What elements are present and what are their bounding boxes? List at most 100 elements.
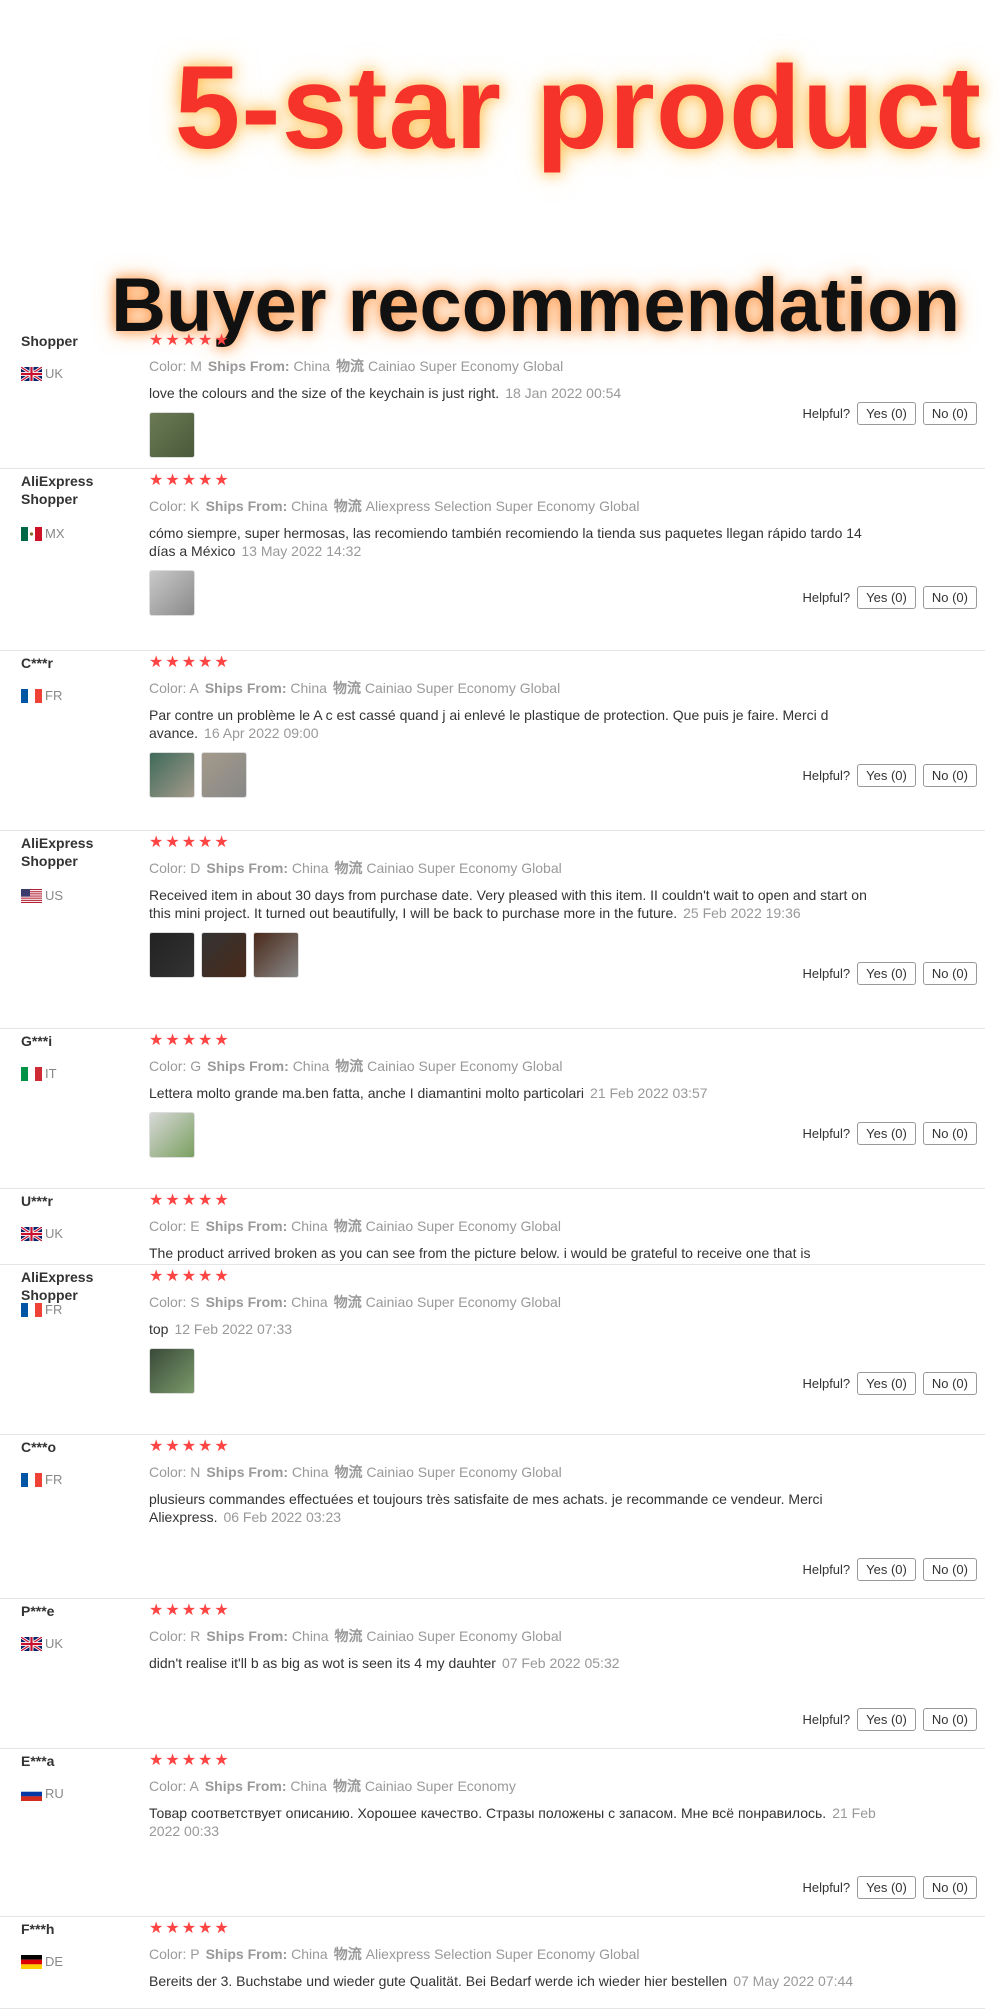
ships-from-value: China	[290, 680, 327, 696]
review-photo-thumbnail[interactable]	[253, 932, 299, 978]
helpful-no-button[interactable]: No (0)	[922, 962, 977, 985]
logistics-value: Cainiao Super Economy Global	[366, 1628, 562, 1644]
reviewer-country: UK	[21, 1636, 63, 1651]
review-photo-thumbnail[interactable]	[149, 570, 195, 616]
logistics-value: Cainiao Super Economy Global	[366, 860, 562, 876]
helpful-yes-button[interactable]: Yes (0)	[857, 1372, 916, 1395]
helpful-yes-button[interactable]: Yes (0)	[857, 1122, 916, 1145]
review-photo-thumbnail[interactable]	[149, 412, 195, 458]
review-date: 25 Feb 2022 19:36	[683, 905, 801, 921]
star-rating: ★★★★★	[149, 1268, 231, 1285]
star-rating: ★★★★★	[149, 472, 231, 489]
review-meta: Color: D Ships From: China 物流 Cainiao Supe…	[149, 858, 889, 878]
helpful-no-button[interactable]: No (0)	[922, 764, 977, 787]
star-rating: ★★★★★	[149, 1192, 231, 1209]
country-code: FR	[45, 1302, 63, 1317]
ships-from-value: China	[291, 1218, 328, 1234]
logistics-label: 物流	[336, 358, 365, 374]
ships-from-label: Ships From:	[207, 1058, 289, 1074]
logistics-label: 物流	[332, 1778, 361, 1794]
review-date: 06 Feb 2022 03:23	[223, 1509, 342, 1525]
reviewer-name: U***r	[21, 1193, 53, 1209]
star-rating: ★★★★★	[149, 1752, 231, 1769]
review-photo-thumbnail[interactable]	[149, 932, 195, 978]
ships-from-label: Ships From:	[205, 1946, 288, 1962]
helpful-yes-button[interactable]: Yes (0)	[857, 1558, 916, 1581]
helpful-vote: Helpful? Yes (0) No (0)	[802, 764, 977, 787]
country-code: RU	[45, 1786, 64, 1801]
helpful-vote: Helpful? Yes (0) No (0)	[802, 586, 977, 609]
reviewer-country: DE	[21, 1954, 63, 1969]
reviewer-name: AliExpress Shopper	[21, 1269, 94, 1303]
sku-color: Color: A	[149, 1778, 199, 1794]
country-flag-icon	[21, 1302, 42, 1317]
country-code: FR	[45, 688, 63, 703]
reviewer-country: IT	[21, 1066, 57, 1081]
ships-from-label: Ships From:	[205, 1294, 288, 1310]
ships-from-label: Ships From:	[205, 1218, 288, 1234]
helpful-vote: Helpful? Yes (0) No (0)	[802, 1122, 977, 1145]
helpful-yes-button[interactable]: Yes (0)	[857, 764, 916, 787]
helpful-vote: Helpful? Yes (0) No (0)	[802, 1708, 977, 1731]
reviewer-name: F***h	[21, 1921, 55, 1937]
reviewer-name: C***o	[21, 1439, 57, 1455]
helpful-yes-button[interactable]: Yes (0)	[857, 1708, 916, 1731]
logistics-value: Cainiao Super Economy Global	[366, 1464, 562, 1480]
review-item: C***r FR ★★★★★ Color: A Ships From: China 物流 …	[0, 652, 985, 831]
helpful-yes-button[interactable]: Yes (0)	[857, 1876, 916, 1899]
helpful-no-button[interactable]: No (0)	[922, 1372, 977, 1395]
helpful-vote: Helpful? Yes (0) No (0)	[802, 402, 977, 425]
review-photo-thumbnail[interactable]	[149, 752, 195, 798]
review-text-block: The product arrived broken as you can se…	[149, 1244, 889, 1262]
star-rating: ★★★★★	[149, 654, 231, 671]
review-photo-thumbnail[interactable]	[149, 1348, 195, 1394]
helpful-label: Helpful?	[802, 966, 851, 981]
review-photo-thumbnail[interactable]	[201, 752, 247, 798]
sku-color: Color: D	[149, 860, 201, 876]
star-rating: ★★★★★	[149, 1438, 231, 1455]
reviewer-country: FR	[21, 1472, 62, 1487]
review-text-block: plusieurs commandes effectuées et toujou…	[149, 1490, 889, 1526]
review-text-block: Bereits der 3. Buchstabe und wieder gute…	[149, 1972, 889, 1990]
review-meta: Color: R Ships From: China 物流 Cainiao Supe…	[149, 1626, 889, 1646]
sku-color: Color: P	[149, 1946, 200, 1962]
review-text: top	[149, 1321, 169, 1337]
helpful-yes-button[interactable]: Yes (0)	[857, 586, 916, 609]
reviewer-name: C***r	[21, 655, 53, 671]
logistics-label: 物流	[332, 680, 361, 696]
helpful-no-button[interactable]: No (0)	[922, 1876, 977, 1899]
helpful-label: Helpful?	[802, 1376, 851, 1391]
review-text: didn't realise it'll b as big as wot is …	[149, 1655, 496, 1671]
helpful-vote: Helpful? Yes (0) No (0)	[802, 962, 977, 985]
sku-color: Color: K	[149, 498, 200, 514]
helpful-yes-button[interactable]: Yes (0)	[857, 402, 916, 425]
review-photo-thumbnail[interactable]	[149, 1112, 195, 1158]
banner-title: 5-star product	[174, 42, 982, 174]
helpful-no-button[interactable]: No (0)	[922, 1708, 977, 1731]
review-text: Товар соответствует описанию. Хорошее ка…	[149, 1805, 827, 1821]
review-meta: Color: E Ships From: China 物流 Cainiao Supe…	[149, 1216, 889, 1236]
logistics-label: 物流	[334, 1464, 363, 1480]
reviewer-country: UK	[21, 366, 63, 381]
review-text-block: Received item in about 30 days from purc…	[149, 886, 889, 922]
helpful-no-button[interactable]: No (0)	[922, 402, 977, 425]
helpful-yes-button[interactable]: Yes (0)	[857, 962, 916, 985]
review-text-block: Товар соответствует описанию. Хорошее ка…	[149, 1804, 889, 1840]
review-item: AliExpress Shopper FR ★★★★★ Color: S Ships F…	[0, 1266, 985, 1435]
helpful-no-button[interactable]: No (0)	[922, 586, 977, 609]
helpful-label: Helpful?	[802, 768, 851, 783]
ships-from-value: China	[291, 1464, 329, 1480]
helpful-no-button[interactable]: No (0)	[922, 1122, 977, 1145]
review-item: AliExpress Shopper US ★★★★★ Color: D Ships F…	[0, 832, 985, 1029]
review-text: Lettera molto grande ma.ben fatta, anche…	[149, 1085, 585, 1101]
helpful-no-button[interactable]: No (0)	[922, 1558, 977, 1581]
star-rating: ★★★★★	[149, 332, 231, 349]
ships-from-value: China	[291, 1946, 328, 1962]
review-date: 16 Apr 2022 09:00	[204, 725, 319, 741]
country-flag-icon	[21, 1954, 42, 1969]
review-text: The product arrived broken as you can se…	[149, 1245, 811, 1261]
reviewer-name: E***a	[21, 1753, 55, 1769]
helpful-label: Helpful?	[802, 590, 851, 605]
review-meta: Color: M Ships From: China 物流 Cainiao Supe…	[149, 356, 889, 376]
review-photo-thumbnail[interactable]	[201, 932, 247, 978]
